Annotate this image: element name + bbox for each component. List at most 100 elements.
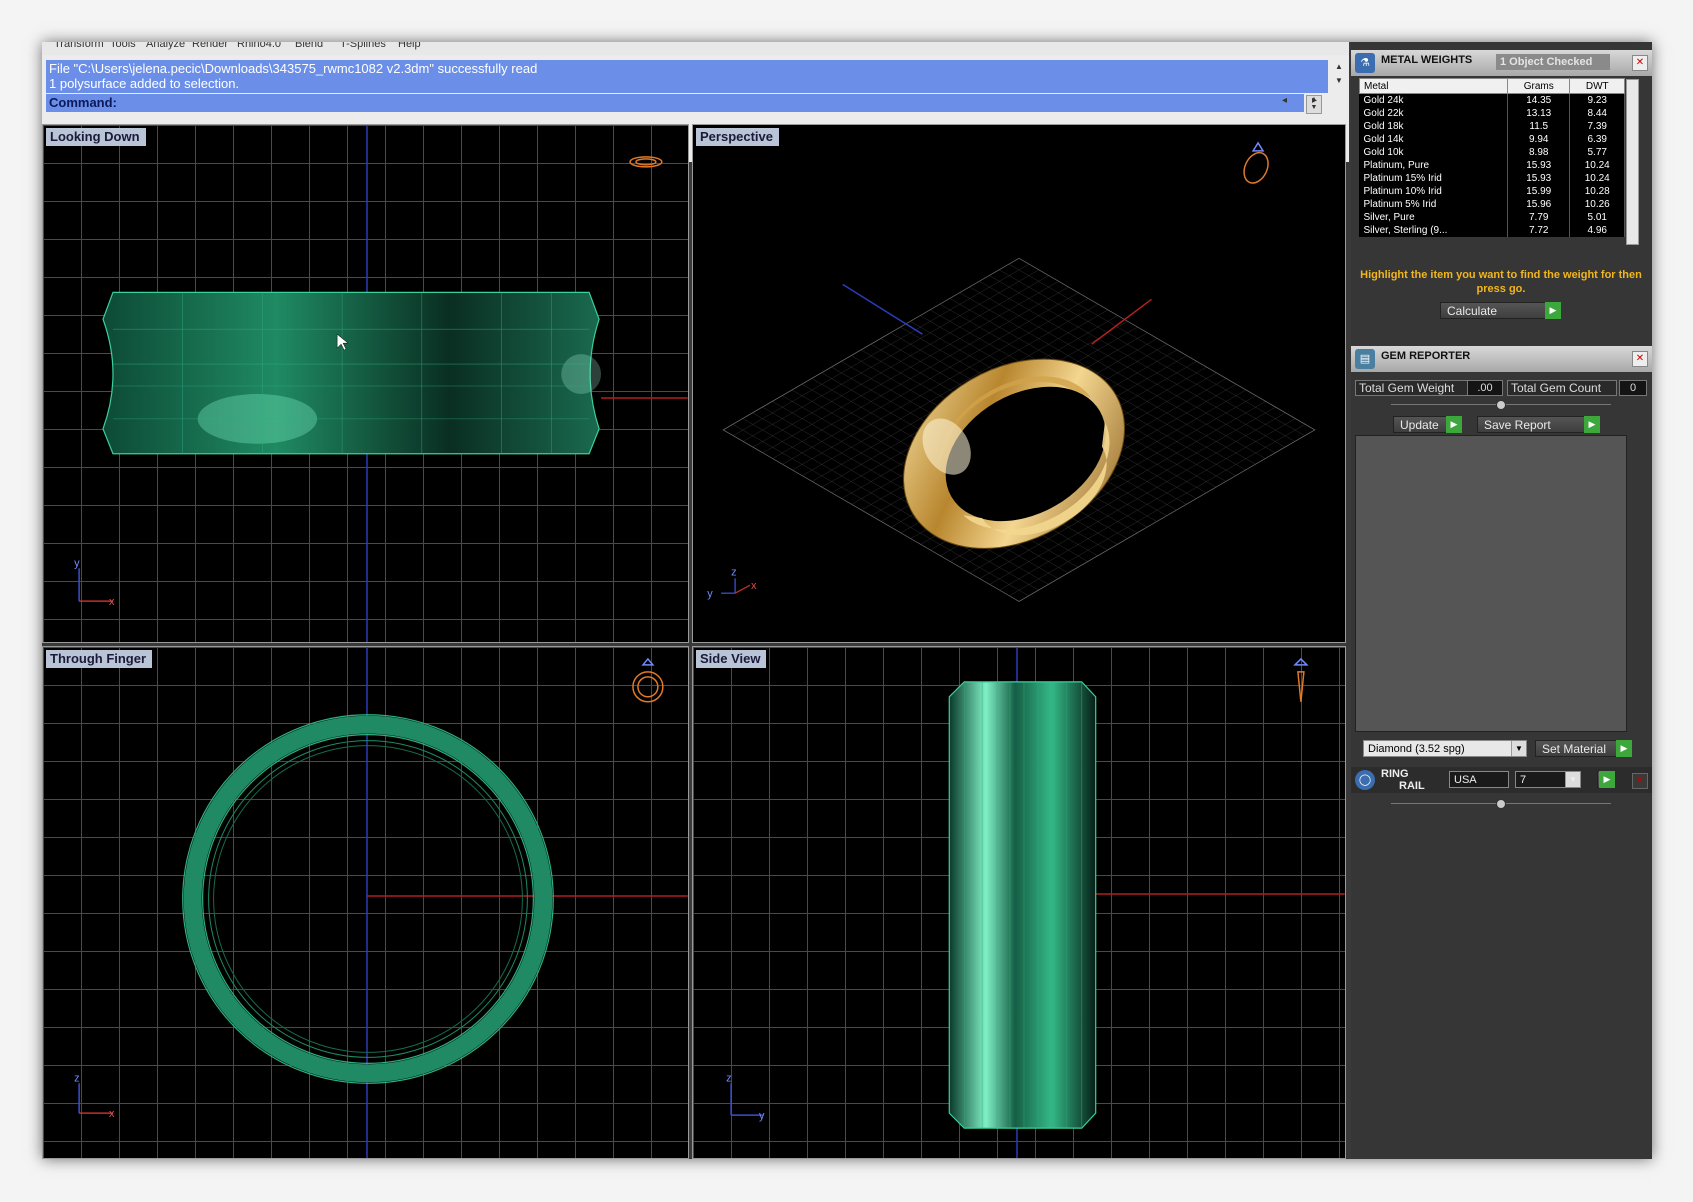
highlight	[561, 354, 602, 394]
viewport-label[interactable]: Through Finger	[46, 650, 153, 668]
col-header[interactable]: DWT	[1569, 78, 1625, 94]
chevron-down-icon[interactable]: ▼	[1511, 741, 1526, 756]
ring-perspective-view: y z x	[707, 141, 1316, 602]
metal-cell: Gold 24k	[1359, 93, 1509, 107]
total-gem-weight-value: .00	[1467, 380, 1503, 396]
table-row[interactable]: Silver, Sterling (9... 7.72 4.96	[1359, 224, 1625, 237]
table-row[interactable]: Gold 22k 13.13 8.44	[1359, 107, 1625, 120]
dwt-cell: 8.44	[1569, 107, 1625, 120]
calculate-label: Calculate	[1447, 304, 1498, 318]
command-input[interactable]: Command:	[46, 94, 1304, 112]
axis-label: y	[759, 1110, 765, 1122]
metal-cell: Gold 10k	[1359, 146, 1509, 159]
table-row[interactable]: Platinum 5% Irid 15.96 10.26	[1359, 198, 1625, 211]
go-arrow-icon[interactable]: ▶	[1446, 416, 1462, 433]
metal-cell: Platinum 15% Irid	[1359, 172, 1509, 185]
menu-blend[interactable]: Blend	[295, 42, 323, 50]
save-report-button[interactable]: Save Report ▶	[1477, 416, 1600, 433]
table-row[interactable]: Gold 18k 11.5 7.39	[1359, 120, 1625, 133]
dwt-cell: 10.26	[1569, 198, 1625, 211]
update-label: Update	[1400, 418, 1439, 432]
flask-icon: ⚗	[1355, 53, 1375, 73]
go-arrow-icon[interactable]: ▶	[1599, 771, 1615, 788]
metal-cell: Platinum 10% Irid	[1359, 185, 1509, 198]
history-scroll[interactable]: ▲ ▼	[1331, 60, 1347, 88]
viewport-through-finger[interactable]: z x Through Finger	[42, 646, 689, 1159]
go-arrow-icon[interactable]: ▶	[1616, 740, 1632, 757]
side-ring-icon	[1293, 657, 1309, 702]
gem-reporter-title: GEM REPORTER	[1381, 350, 1471, 362]
scroll-left-icon[interactable]: ◂	[1282, 95, 1287, 106]
gem-reporter-header: ▤ GEM REPORTER ✕	[1351, 346, 1652, 372]
col-header[interactable]: Grams	[1507, 78, 1571, 94]
set-material-button[interactable]: Set Material ▶	[1535, 740, 1632, 757]
axis-label: x	[109, 1108, 115, 1120]
metal-weights-title: METAL WEIGHTS	[1381, 54, 1473, 66]
table-row[interactable]: Gold 10k 8.98 5.77	[1359, 146, 1625, 159]
gem-slider-handle[interactable]	[1496, 400, 1506, 410]
close-icon[interactable]: ✕	[1632, 773, 1648, 789]
viewport-label[interactable]: Perspective	[696, 128, 779, 146]
dwt-cell: 5.01	[1569, 211, 1625, 224]
viewport-label[interactable]: Side View	[696, 650, 767, 668]
total-gem-count-label: Total Gem Count	[1507, 380, 1617, 396]
menu-tsplines[interactable]: T-Splines	[340, 42, 386, 50]
close-icon[interactable]: ✕	[1632, 55, 1648, 71]
objects-checked-status: 1 Object Checked	[1496, 54, 1610, 70]
table-row[interactable]: Platinum, Pure 15.93 10.24	[1359, 159, 1625, 172]
ring-size-select[interactable]: 7 ▼	[1515, 771, 1581, 788]
grams-cell: 7.72	[1507, 224, 1571, 237]
metal-cell: Gold 22k	[1359, 107, 1509, 120]
viewport-looking-down[interactable]: Looking Down y x	[42, 124, 689, 643]
axis-label: x	[751, 580, 757, 592]
axis-label: y	[74, 557, 80, 569]
ring-standard-field[interactable]: USA	[1449, 771, 1509, 788]
ring-slider-handle[interactable]	[1496, 799, 1506, 809]
command-prompt: Command:	[49, 95, 117, 110]
menu-render[interactable]: Render	[192, 42, 228, 50]
go-arrow-icon[interactable]: ▶	[1545, 302, 1561, 319]
viewport-side-view[interactable]: z y Side View	[692, 646, 1346, 1159]
go-arrow-icon[interactable]: ▶	[1584, 416, 1600, 433]
menu-help[interactable]: Help	[398, 42, 421, 50]
metal-table-scrollbar[interactable]	[1626, 79, 1639, 245]
table-row[interactable]: Gold 14k 9.94 6.39	[1359, 133, 1625, 146]
menu-transform[interactable]: Transform	[54, 42, 104, 50]
metal-cell: Gold 14k	[1359, 133, 1509, 146]
material-select-value: Diamond (3.52 spg)	[1368, 743, 1465, 755]
viewport-perspective[interactable]: y z x Perspective	[692, 124, 1346, 643]
dwt-cell: 4.96	[1569, 224, 1625, 237]
table-row[interactable]: Platinum 15% Irid 15.93 10.24	[1359, 172, 1625, 185]
rhino-window: Transform Tools Analyze Render Rhino4.0 …	[42, 42, 1652, 1159]
scroll-right-icon[interactable]: ▸	[1312, 95, 1317, 106]
metal-cell: Silver, Sterling (9...	[1359, 224, 1509, 237]
ring-size-value: 7	[1520, 774, 1527, 786]
material-select[interactable]: Diamond (3.52 spg) ▼	[1363, 740, 1527, 757]
history-line: 1 polysurface added to selection.	[49, 76, 240, 91]
close-icon[interactable]: ✕	[1632, 351, 1648, 367]
perspective-ring-icon	[1243, 141, 1269, 184]
grams-cell: 11.5	[1507, 120, 1571, 133]
col-header[interactable]: Metal	[1358, 78, 1509, 94]
command-history: File "C:\Users\jelena.pecic\Downloads\34…	[46, 60, 1328, 93]
gem-report-area	[1355, 435, 1627, 732]
gem-report-icon: ▤	[1355, 349, 1375, 369]
grams-cell: 14.35	[1507, 93, 1571, 107]
table-row[interactable]: Platinum 10% Irid 15.99 10.28	[1359, 185, 1625, 198]
calculate-button[interactable]: Calculate ▶	[1440, 302, 1561, 319]
ring-rail-go-button[interactable]: ▶	[1597, 771, 1615, 788]
table-row[interactable]: Silver, Pure 7.79 5.01	[1359, 211, 1625, 224]
menu-rhino[interactable]: Rhino4.0	[237, 42, 281, 50]
metal-cell: Platinum, Pure	[1359, 159, 1509, 172]
chevron-down-icon[interactable]: ▼	[1565, 772, 1580, 787]
menu-tools[interactable]: Tools	[110, 42, 136, 50]
ring-rail-icon: ◯	[1355, 770, 1375, 790]
dwt-cell: 10.24	[1569, 172, 1625, 185]
menu-bar: Transform Tools Analyze Render Rhino4.0 …	[42, 42, 1349, 55]
metal-weights-table[interactable]: Metal Grams DWT Gold 24k 14.35 9.23 Gold 2…	[1358, 78, 1625, 237]
update-button[interactable]: Update ▶	[1393, 416, 1462, 433]
axis-label: z	[726, 1072, 731, 1084]
viewport-label[interactable]: Looking Down	[46, 128, 146, 146]
table-row[interactable]: Gold 24k 14.35 9.23	[1359, 93, 1625, 107]
menu-analyze[interactable]: Analyze	[146, 42, 185, 50]
